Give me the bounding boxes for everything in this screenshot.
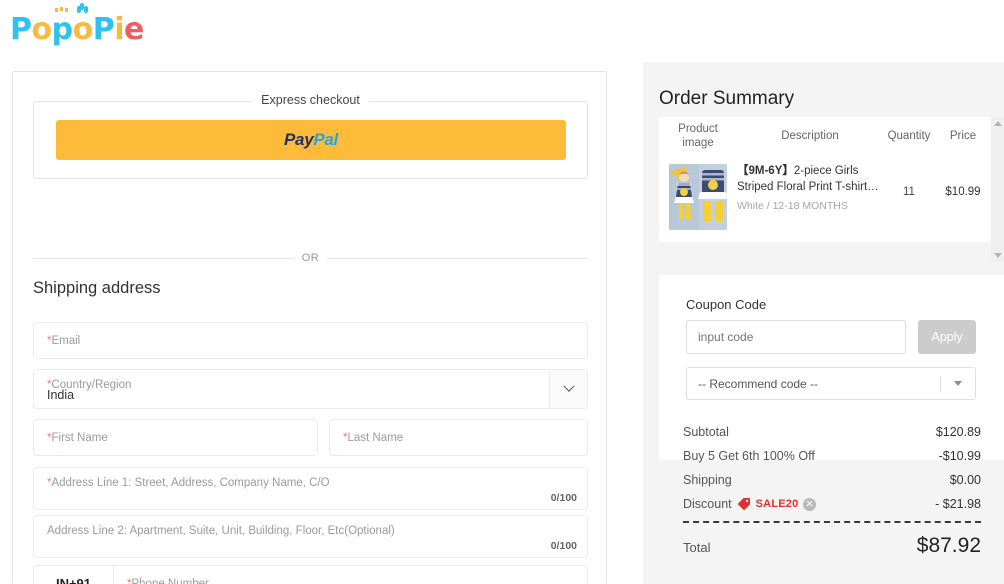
coupon-code-title: Coupon Code	[686, 297, 767, 312]
totals-row-discount: Discount SALE20 - $21.98	[683, 492, 981, 516]
apply-coupon-button[interactable]: Apply	[918, 320, 976, 354]
phone-field[interactable]: IN+91 *Phone Number	[33, 565, 588, 584]
coupon-code-input[interactable]	[686, 320, 906, 354]
required-asterisk: *	[47, 477, 52, 489]
checkout-page: PopoPie Express checkout PayPal OR Shipp…	[0, 0, 1004, 584]
column-header-product-image: Product image	[678, 122, 718, 149]
required-asterisk: *	[47, 431, 52, 444]
divider-line-left	[33, 257, 294, 259]
recommend-code-value: -- Recommend code --	[698, 376, 819, 391]
totals-divider	[683, 521, 981, 523]
logo-letter-7: e	[124, 12, 144, 47]
address-line-2-counter: 0/100	[550, 540, 577, 552]
table-header-row: Product image Description Quantity Price	[659, 117, 991, 155]
email-field[interactable]: *Email	[33, 322, 588, 359]
product-variant: White / 12-18 MONTHS	[737, 200, 848, 213]
discount-label-group: Discount SALE20	[683, 497, 817, 511]
checkout-form-card: Express checkout PayPal OR Shipping addr…	[12, 71, 607, 584]
address-line-2-field[interactable]: Address Line 2: Apartment, Suite, Unit, …	[33, 515, 588, 558]
discount-label: Discount	[683, 497, 732, 511]
country-region-value: India	[47, 388, 75, 402]
totals-section: Subtotal $120.89 Buy 5 Get 6th 100% Off …	[683, 420, 981, 516]
phone-country-code[interactable]: IN+91	[34, 566, 114, 584]
logo-letter-6: i	[114, 12, 125, 47]
recommend-code-select[interactable]: -- Recommend code --	[686, 367, 976, 400]
or-label: OR	[301, 252, 320, 264]
order-items-scrollbar[interactable]	[991, 117, 1004, 262]
first-name-field[interactable]: *First Name	[33, 419, 318, 456]
promotion-label: Buy 5 Get 6th 100% Off	[683, 449, 815, 463]
product-price: $10.99	[945, 186, 981, 198]
email-label: *Email	[47, 334, 81, 347]
scroll-up-arrow-icon[interactable]	[993, 121, 1002, 126]
total-label: Total	[683, 540, 711, 555]
subtotal-value: $120.89	[935, 425, 981, 439]
totals-row-shipping: Shipping $0.00	[683, 468, 981, 492]
order-summary-title: Order Summary	[659, 88, 795, 109]
column-header-price: Price	[949, 130, 977, 142]
last-name-field[interactable]: *Last Name	[329, 419, 588, 456]
promotion-value: -$10.99	[938, 449, 981, 463]
select-caret-wrap[interactable]	[941, 381, 975, 386]
product-description-cell: 【9M-6Y】2-piece Girls Striped Floral Prin…	[737, 164, 883, 212]
logo-letter-4: o	[72, 6, 93, 47]
product-name: 【9M-6Y】2-piece Girls Striped Floral Prin…	[737, 165, 868, 193]
last-name-label: *Last Name	[343, 431, 404, 444]
order-items-table: Product image Description Quantity Price	[659, 117, 991, 242]
required-asterisk: *	[47, 334, 52, 347]
country-dropdown-toggle[interactable]	[549, 370, 587, 408]
address-line-1-counter: 0/100	[550, 492, 577, 504]
shipping-label: Shipping	[683, 473, 732, 487]
total-value: $87.92	[916, 534, 981, 557]
column-header-quantity: Quantity	[887, 130, 931, 142]
discount-code: SALE20	[755, 498, 799, 510]
paypal-logo: PayPal	[284, 130, 338, 149]
shipping-value: $0.00	[949, 473, 981, 487]
totals-row-promotion: Buy 5 Get 6th 100% Off -$10.99	[683, 444, 981, 468]
totals-row-subtotal: Subtotal $120.89	[683, 420, 981, 444]
express-checkout-legend: Express checkout	[251, 93, 370, 107]
chevron-down-icon	[562, 380, 575, 392]
logo-letter-5: P	[92, 12, 115, 47]
required-asterisk: *	[127, 577, 132, 584]
paypal-button[interactable]: PayPal	[56, 120, 566, 160]
price-tag-icon	[737, 497, 751, 511]
address-line-2-label: Address Line 2: Apartment, Suite, Unit, …	[47, 525, 395, 537]
required-asterisk: *	[343, 431, 348, 444]
product-photo-illustration	[669, 164, 727, 230]
logo-letter-2: o	[31, 12, 53, 47]
address-line-1-label: *Address Line 1: Street, Address, Compan…	[47, 477, 330, 489]
product-image	[669, 164, 727, 230]
shipping-address-title: Shipping address	[33, 279, 161, 297]
or-divider: OR	[33, 252, 588, 264]
product-quantity: 11	[903, 186, 915, 198]
remove-discount-icon[interactable]	[803, 497, 817, 511]
address-line-1-field[interactable]: *Address Line 1: Street, Address, Compan…	[33, 467, 588, 510]
discount-value: - $21.98	[935, 497, 981, 511]
subtotal-label: Subtotal	[683, 425, 729, 439]
logo-letter-1: P	[10, 12, 32, 47]
chevron-down-icon	[954, 381, 962, 386]
first-name-label: *First Name	[47, 431, 108, 444]
logo-letter-3: p	[51, 8, 73, 47]
country-region-field[interactable]: *Country/Region India	[33, 369, 588, 409]
table-row: 【9M-6Y】2-piece Girls Striped Floral Prin…	[659, 155, 991, 242]
express-checkout-section: Express checkout PayPal	[33, 93, 588, 179]
product-thumbnail-cell[interactable]	[659, 164, 737, 230]
divider-line-right	[327, 257, 588, 259]
brand-logo[interactable]: PopoPie	[10, 6, 144, 47]
phone-label: *Phone Number	[127, 578, 209, 584]
grand-total-row: Total $87.92	[683, 534, 981, 558]
column-header-description: Description	[781, 130, 839, 142]
scroll-down-arrow-icon[interactable]	[993, 253, 1002, 258]
